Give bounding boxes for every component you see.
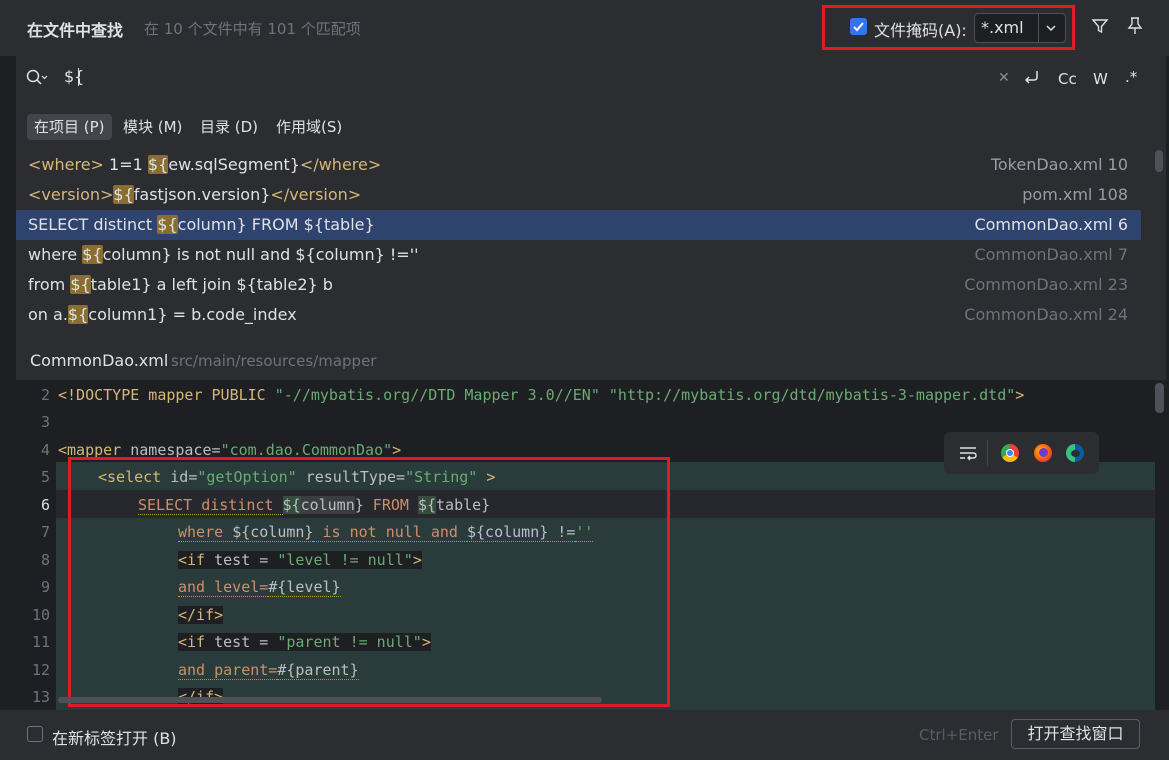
new-line-icon[interactable] [1022,67,1042,87]
line-number: 6 [40,496,50,514]
line-number: 9 [40,578,50,596]
clear-icon[interactable]: ✕ [998,70,1010,86]
file-mask-checkbox[interactable] [850,18,867,35]
result-text: where [28,245,83,264]
result-text: SELECT distinct [28,215,158,234]
result-row[interactable]: <version>${fastjson.version}</version> p… [16,180,1141,210]
code-token: <!DOCTYPE mapper PUBLIC [58,386,275,404]
file-mask-label: 文件掩码(A): [874,21,967,40]
code-scrollbar[interactable] [1155,383,1164,413]
match-summary: 在 10 个文件中有 101 个匹配项 [144,20,361,38]
shortcut-hint: Ctrl+Enter [919,726,999,744]
horizontal-scrollbar[interactable] [58,697,602,703]
result-tag: </version> [270,185,362,204]
text-caret [78,68,79,86]
result-text: table1} a left join ${table2} b [90,275,333,294]
match-case-toggle[interactable]: Cc [1058,70,1077,88]
result-row[interactable]: <where> 1=1 ${ew.sqlSegment}</where> Tok… [16,150,1141,180]
open-new-tab-checkbox[interactable] [27,726,43,742]
result-text: 1=1 [103,155,148,174]
scope-tab-project[interactable]: 在项目 (P) [27,114,112,140]
search-input[interactable]: ${ [64,67,84,86]
match-highlight: ${ [147,155,169,174]
chrome-icon[interactable] [1001,444,1019,462]
open-find-window-button[interactable]: 打开查找窗口 [1011,719,1140,749]
chevron-down-icon[interactable] [1044,21,1058,35]
checkmark-icon [853,22,864,32]
result-tag: <where> [28,155,104,174]
result-text: column} is not null and ${column} !='' [102,245,419,264]
scope-tab-scope[interactable]: 作用域(S) [269,114,349,140]
scope-tab-module[interactable]: 模块 (M) [116,114,189,140]
firefox-icon[interactable] [1034,444,1052,462]
result-text: on a. [28,305,68,324]
line-number: 5 [40,468,50,486]
code-token: "http://mybatis.org/dtd/mybatis-3-mapper… [608,386,1016,404]
edge-icon[interactable] [1066,444,1084,462]
filter-icon[interactable] [1091,17,1109,35]
result-text: fastjson.version} [133,185,271,204]
whole-words-toggle[interactable]: W [1093,70,1108,88]
annotation-box-code [68,457,670,707]
line-number: 8 [40,551,50,569]
search-icon[interactable] [25,68,49,88]
result-file: pom.xml 108 [1022,185,1128,204]
search-bar [16,56,1166,100]
results-scrollbar[interactable] [1155,150,1163,172]
preview-filename: CommonDao.xml [30,351,169,370]
line-number: 2 [40,386,50,404]
result-text: column} FROM ${table} [177,215,375,234]
line-number: 12 [31,661,50,679]
soft-wrap-icon[interactable] [958,444,978,462]
match-highlight: ${ [70,275,91,294]
result-text: from [28,275,71,294]
dialog-title: 在文件中查找 [27,21,124,40]
match-highlight: ${ [67,305,89,324]
match-highlight: ${ [157,215,178,234]
code-token: > [1015,386,1025,404]
result-row[interactable]: from ${table1} a left join ${table2} b C… [16,270,1141,300]
code-token: "-//mybatis.org//DTD Mapper 3.0//EN" [274,386,600,404]
line-number: 7 [40,523,50,541]
result-file: TokenDao.xml 10 [990,155,1128,174]
result-tag: </where> [299,155,382,174]
result-row[interactable]: where ${column} is not null and ${column… [16,240,1141,270]
scope-tab-directory[interactable]: 目录 (D) [193,114,265,140]
result-file: CommonDao.xml 23 [964,275,1128,294]
result-text: ew.sqlSegment} [168,155,300,174]
toolbar-divider [987,440,988,466]
result-row-selected[interactable]: SELECT distinct ${column} FROM ${table} … [16,210,1141,240]
line-number: 13 [31,688,50,706]
code-line: <!DOCTYPE mapper PUBLIC "-//mybatis.org/… [58,386,1024,404]
combo-divider [1038,14,1039,42]
result-text: column1} = b.code_index [88,305,297,324]
result-file: CommonDao.xml 7 [974,245,1128,264]
file-mask-value[interactable]: *.xml [981,18,1024,37]
preview-path: src/main/resources/mapper [171,352,377,370]
match-highlight: ${ [82,245,103,264]
pin-icon[interactable] [1126,16,1144,36]
result-file: CommonDao.xml 24 [964,305,1128,324]
line-number: 11 [31,633,50,651]
open-new-tab-label[interactable]: 在新标签打开 (B) [52,725,177,749]
result-row[interactable]: on a.${column1} = b.code_index CommonDao… [16,300,1141,330]
line-number: 4 [40,441,50,459]
match-highlight: ${ [113,185,134,204]
line-number: 10 [31,606,50,624]
result-tag: <version> [28,185,114,204]
result-file: CommonDao.xml 6 [974,215,1128,234]
line-number: 3 [40,413,50,431]
regex-toggle[interactable]: .* [1125,68,1137,86]
